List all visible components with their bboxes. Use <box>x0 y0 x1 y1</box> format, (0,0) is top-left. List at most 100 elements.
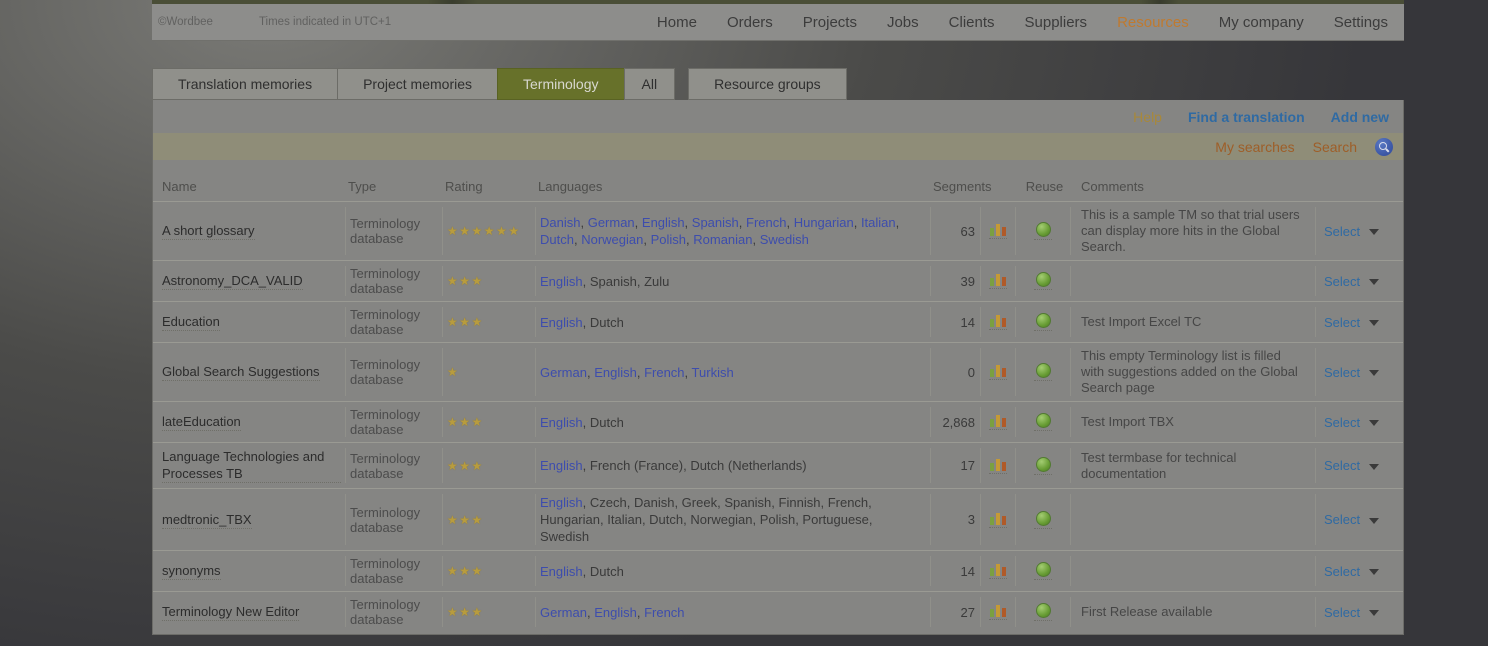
reuse-indicator-icon[interactable] <box>1034 363 1052 381</box>
reuse-indicator-icon[interactable] <box>1034 272 1052 290</box>
nav-item-orders[interactable]: Orders <box>727 14 773 31</box>
dropdown-caret-icon[interactable] <box>1369 610 1379 616</box>
statistics-chart-icon[interactable] <box>989 273 1007 289</box>
select-action[interactable]: Select <box>1324 564 1360 579</box>
select-action[interactable]: Select <box>1324 458 1360 473</box>
resource-name-link[interactable]: Astronomy_DCA_VALID <box>162 272 303 290</box>
tab-project-memories[interactable]: Project memories <box>337 68 498 100</box>
nav-item-jobs[interactable]: Jobs <box>887 14 919 31</box>
language-link-english[interactable]: English <box>540 495 583 510</box>
language-link-norwegian[interactable]: Norwegian <box>581 232 643 247</box>
statistics-chart-icon[interactable] <box>989 604 1007 620</box>
dropdown-caret-icon[interactable] <box>1369 420 1379 426</box>
nav-item-projects[interactable]: Projects <box>803 14 857 31</box>
language-dutch: Dutch <box>590 315 624 330</box>
resource-name-link[interactable]: Terminology New Editor <box>162 603 299 621</box>
my-searches-link[interactable]: My searches <box>1215 139 1294 155</box>
tab-translation-memories[interactable]: Translation memories <box>152 68 338 100</box>
language-link-english[interactable]: English <box>642 215 685 230</box>
language-link-english[interactable]: English <box>540 564 583 579</box>
resource-name-link[interactable]: Language Technologies and Processes TB <box>162 448 341 483</box>
dropdown-caret-icon[interactable] <box>1369 370 1379 376</box>
nav-item-settings[interactable]: Settings <box>1334 14 1388 31</box>
language-link-french[interactable]: French <box>644 365 684 380</box>
dropdown-caret-icon[interactable] <box>1369 464 1379 470</box>
resource-name-link[interactable]: lateEducation <box>162 413 241 431</box>
dropdown-caret-icon[interactable] <box>1369 279 1379 285</box>
tab-all[interactable]: All <box>624 68 676 100</box>
select-action[interactable]: Select <box>1324 605 1360 620</box>
resource-name-link[interactable]: Education <box>162 313 220 331</box>
language-link-german[interactable]: German <box>588 215 635 230</box>
reuse-indicator-icon[interactable] <box>1034 562 1052 580</box>
language-french: French <box>828 495 868 510</box>
search-link[interactable]: Search <box>1313 139 1357 155</box>
find-a-translation-link[interactable]: Find a translation <box>1188 109 1305 125</box>
dropdown-caret-icon[interactable] <box>1369 320 1379 326</box>
statistics-chart-icon[interactable] <box>989 414 1007 430</box>
language-link-english[interactable]: English <box>540 458 583 473</box>
reuse-indicator-icon[interactable] <box>1034 603 1052 621</box>
language-link-hungarian[interactable]: Hungarian <box>794 215 854 230</box>
statistics-chart-icon[interactable] <box>989 512 1007 528</box>
languages-cell: English, Czech, Danish, Greek, Spanish, … <box>536 494 931 545</box>
language-link-spanish[interactable]: Spanish <box>692 215 739 230</box>
tab-resource-groups[interactable]: Resource groups <box>688 68 847 100</box>
add-new-link[interactable]: Add new <box>1331 109 1389 125</box>
resource-name-link[interactable]: Global Search Suggestions <box>162 363 320 381</box>
reuse-indicator-icon[interactable] <box>1034 511 1052 529</box>
star-icon: ★ <box>472 274 484 288</box>
resource-name-link[interactable]: medtronic_TBX <box>162 511 252 529</box>
search-icon[interactable] <box>1375 138 1393 156</box>
statistics-chart-icon[interactable] <box>989 314 1007 330</box>
rating-stars: ★★★ <box>443 448 536 483</box>
select-action[interactable]: Select <box>1324 415 1360 430</box>
dropdown-caret-icon[interactable] <box>1369 569 1379 575</box>
reuse-indicator-icon[interactable] <box>1034 313 1052 331</box>
nav-item-clients[interactable]: Clients <box>949 14 995 31</box>
language-link-french[interactable]: French <box>746 215 786 230</box>
select-action[interactable]: Select <box>1324 224 1360 239</box>
language-link-french[interactable]: French <box>644 605 684 620</box>
language-link-english[interactable]: English <box>540 315 583 330</box>
resource-name-link[interactable]: A short glossary <box>162 222 255 240</box>
statistics-chart-icon[interactable] <box>989 364 1007 380</box>
tab-terminology[interactable]: Terminology <box>497 68 624 100</box>
star-icon: ★ <box>472 459 484 473</box>
language-link-german[interactable]: German <box>540 365 587 380</box>
language-link-swedish[interactable]: Swedish <box>760 232 809 247</box>
select-action[interactable]: Select <box>1324 315 1360 330</box>
reuse-indicator-icon[interactable] <box>1034 457 1052 475</box>
star-icon: ★ <box>472 605 484 619</box>
reuse-indicator-icon[interactable] <box>1034 413 1052 431</box>
language-link-dutch[interactable]: Dutch <box>540 232 574 247</box>
language-link-german[interactable]: German <box>540 605 587 620</box>
nav-item-resources[interactable]: Resources <box>1117 14 1189 31</box>
select-action[interactable]: Select <box>1324 365 1360 380</box>
comments-text: First Release available <box>1071 597 1316 627</box>
language-link-danish[interactable]: Danish <box>540 215 580 230</box>
nav-item-suppliers[interactable]: Suppliers <box>1025 14 1088 31</box>
dropdown-caret-icon[interactable] <box>1369 229 1379 235</box>
resource-type: Terminology database <box>346 307 443 337</box>
help-link[interactable]: Help <box>1133 109 1162 125</box>
dropdown-caret-icon[interactable] <box>1369 518 1379 524</box>
reuse-indicator-icon[interactable] <box>1034 222 1052 240</box>
statistics-chart-icon[interactable] <box>989 563 1007 579</box>
language-link-polish[interactable]: Polish <box>651 232 686 247</box>
nav-item-home[interactable]: Home <box>657 14 697 31</box>
language-link-english[interactable]: English <box>594 605 637 620</box>
language-link-english[interactable]: English <box>540 274 583 289</box>
language-link-english[interactable]: English <box>540 415 583 430</box>
resource-name-link[interactable]: synonyms <box>162 562 221 580</box>
nav-item-my-company[interactable]: My company <box>1219 14 1304 31</box>
language-link-english[interactable]: English <box>594 365 637 380</box>
select-action[interactable]: Select <box>1324 512 1360 527</box>
statistics-chart-icon[interactable] <box>989 223 1007 239</box>
resource-tabs: Translation memoriesProject memoriesTerm… <box>152 68 846 100</box>
select-action[interactable]: Select <box>1324 274 1360 289</box>
language-link-italian[interactable]: Italian <box>861 215 896 230</box>
statistics-chart-icon[interactable] <box>989 458 1007 474</box>
language-link-romanian[interactable]: Romanian <box>693 232 752 247</box>
language-link-turkish[interactable]: Turkish <box>692 365 734 380</box>
